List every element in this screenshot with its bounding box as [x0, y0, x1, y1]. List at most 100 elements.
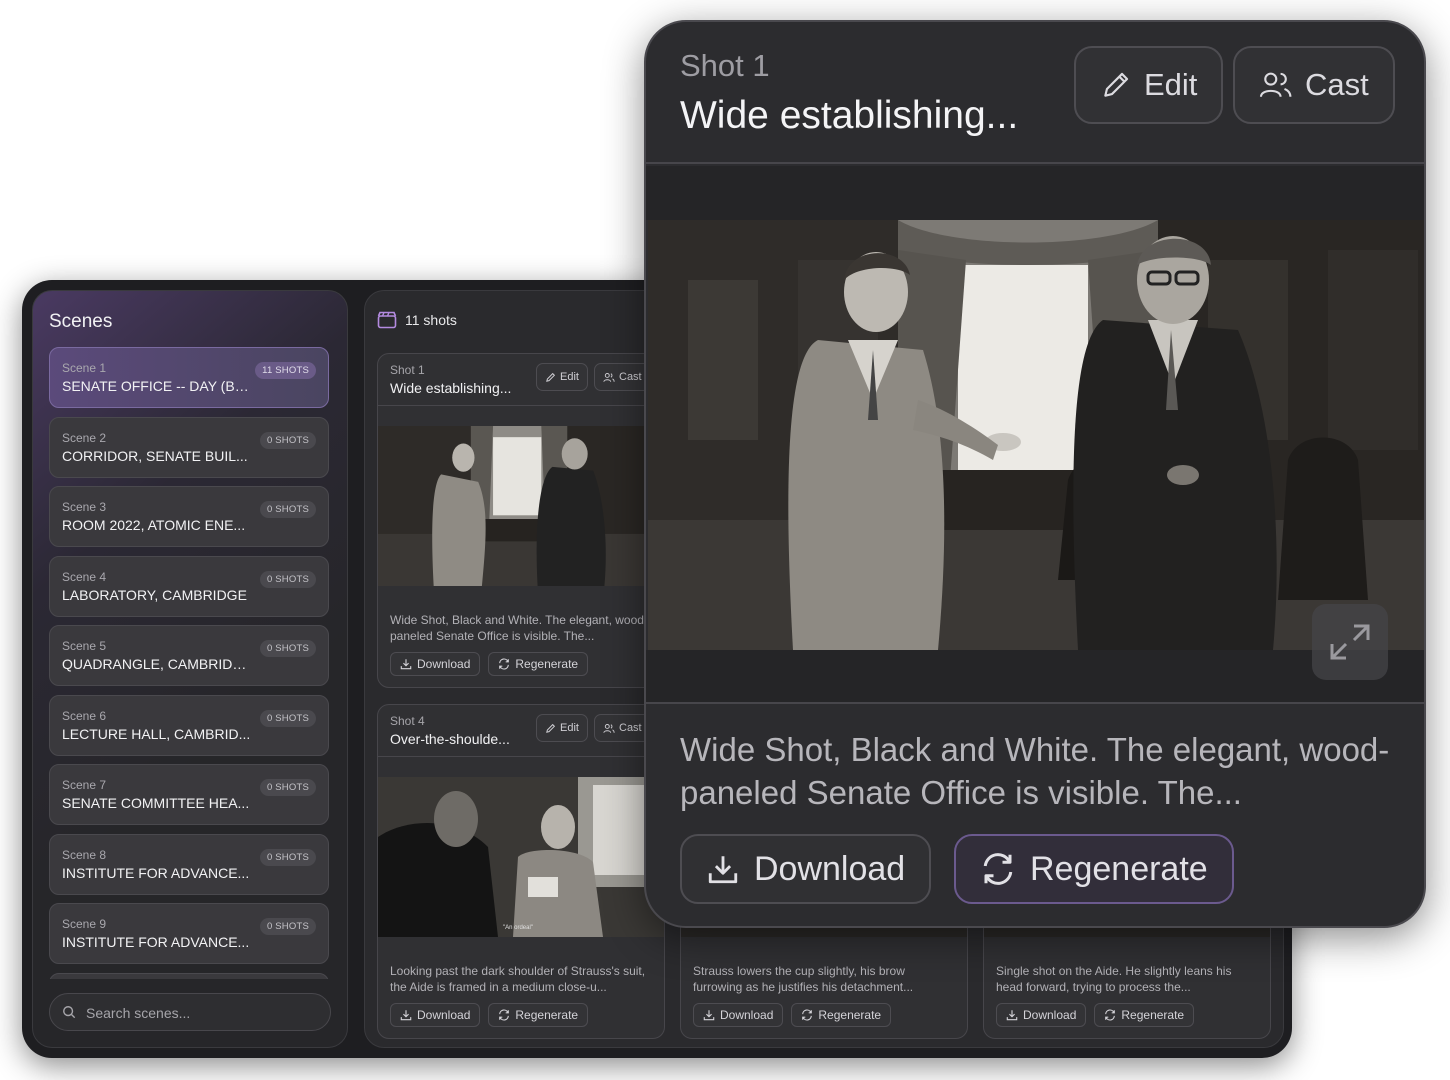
users-icon: [1259, 72, 1292, 98]
refresh-icon: [983, 853, 1013, 885]
shot-count-badge: 0 SHOTS: [259, 431, 316, 449]
scene-card-8[interactable]: Scene 8 INSTITUTE FOR ADVANCE... 0 SHOTS: [49, 833, 329, 895]
shot-count-badge: 0 SHOTS: [259, 501, 316, 518]
download-label: Download: [417, 657, 471, 671]
shots-count: 11 shots: [405, 312, 457, 328]
search-icon: [63, 1006, 76, 1019]
expand-button[interactable]: [1312, 604, 1388, 680]
shot-card-header: Shot 4 Over-the-shoulde... Edit Cast: [378, 705, 664, 757]
regenerate-label: Regenerate: [818, 1008, 882, 1022]
scene-number: Scene 2: [62, 430, 107, 445]
scene-name: INSTITUTE FOR ADVANCE...: [62, 864, 250, 881]
download-icon: [703, 1010, 715, 1021]
scene-card-3[interactable]: Scene 3 ROOM 2022, ATOMIC ENE... 0 SHOTS: [49, 486, 329, 547]
scene-list[interactable]: Scene 1 SENATE OFFICE -- DAY (BL... 11 S…: [49, 347, 329, 979]
download-icon: [400, 1010, 412, 1021]
shot-actions: Download Regenerate: [390, 652, 589, 676]
scene-card-6[interactable]: Scene 6 LECTURE HALL, CAMBRID... 0 SHOTS: [49, 694, 329, 756]
pencil-icon: [1104, 72, 1129, 97]
refresh-icon: [499, 658, 510, 670]
scene-name: SENATE COMMITTEE HEA...: [62, 795, 250, 811]
edit-button[interactable]: Edit: [1074, 46, 1224, 124]
scene-number: Scene 9: [62, 917, 107, 931]
edit-button[interactable]: Edit: [536, 363, 588, 391]
download-button[interactable]: Download: [390, 1003, 481, 1027]
image-letterbox-top: [646, 166, 1424, 220]
shot-count-badge: 0 SHOTS: [259, 779, 316, 796]
download-label: Download: [417, 1008, 471, 1022]
shot-actions: Download Regenerate: [390, 1003, 589, 1027]
download-icon: [708, 856, 738, 884]
download-button[interactable]: Download: [693, 1003, 784, 1027]
cast-label: Cast: [619, 371, 642, 383]
shot-title: Wide establishing...: [680, 94, 1019, 137]
subtitle-caption: "An ordeal": [503, 925, 533, 931]
regenerate-label: Regenerate: [515, 1008, 579, 1022]
refresh-icon: [1105, 1009, 1116, 1021]
edit-button[interactable]: Edit: [536, 714, 588, 742]
shot-description: Wide Shot, Black and White. The elegant,…: [680, 731, 1390, 811]
shot-card-header: Shot 1 Wide establishing... Edit Cast: [378, 354, 664, 406]
shot-label: Shot 1: [390, 363, 425, 377]
scene-card-1[interactable]: Scene 1 SENATE OFFICE -- DAY (BL... 11 S…: [49, 347, 329, 408]
shot-description: Strauss lowers the cup slightly, his bro…: [693, 964, 914, 994]
download-button[interactable]: Download: [390, 652, 481, 676]
scene-name: SENATE OFFICE -- DAY (BL...: [62, 378, 252, 394]
scene-number: Scene 4: [62, 569, 107, 584]
download-button[interactable]: Download: [680, 834, 932, 904]
zoomed-shot-card[interactable]: Shot 1 Wide establishing... Edit Cast Wi…: [644, 20, 1426, 928]
scene-number: Scene 6: [62, 708, 107, 723]
shot-label: Shot 4: [390, 714, 425, 728]
shot-label: Shot 1: [680, 48, 770, 83]
shot-image[interactable]: [378, 426, 664, 586]
download-label: Download: [1023, 1008, 1077, 1022]
search-input[interactable]: [86, 1002, 316, 1024]
shot-count-badge: 11 SHOTS: [255, 362, 316, 379]
stage: Scenes Scene 1 SENATE OFFICE -- DAY (BL.…: [0, 0, 1450, 1080]
scene-card-2[interactable]: Scene 2 CORRIDOR, SENATE BUIL... 0 SHOTS: [49, 416, 329, 478]
shot-count-badge: 0 SHOTS: [259, 709, 316, 727]
shot-title: Over-the-shoulde...: [390, 731, 510, 747]
users-icon: [603, 723, 615, 733]
regenerate-button[interactable]: Regenerate: [954, 834, 1234, 904]
regenerate-button[interactable]: Regenerate: [791, 1003, 892, 1027]
refresh-icon: [802, 1009, 813, 1021]
scene-card-4[interactable]: Scene 4 LABORATORY, CAMBRIDGE 0 SHOTS: [49, 555, 329, 617]
regenerate-button[interactable]: Regenerate: [488, 652, 589, 676]
scenes-sidebar: Scenes Scene 1 SENATE OFFICE -- DAY (BL.…: [32, 290, 348, 1048]
cast-button[interactable]: Cast: [594, 363, 651, 391]
shot-description: Looking past the dark shoulder of Straus…: [390, 964, 646, 994]
clapperboard-icon: [377, 311, 397, 329]
scene-name: INSTITUTE FOR ADVANCE...: [62, 934, 250, 950]
scene-card-7[interactable]: Scene 7 SENATE COMMITTEE HEA... 0 SHOTS: [49, 764, 329, 825]
shot-card-4[interactable]: Shot 4 Over-the-shoulde... Edit Cast "An…: [377, 704, 665, 1039]
scene-card-10[interactable]: [49, 972, 329, 979]
edit-label: Edit: [560, 722, 579, 734]
regenerate-button[interactable]: Regenerate: [488, 1003, 589, 1027]
scene-card-5[interactable]: Scene 5 QUADRANGLE, CAMBRIDGE 0 SHOTS: [49, 625, 329, 686]
scene-name: LABORATORY, CAMBRIDGE: [62, 586, 247, 603]
download-button[interactable]: Download: [996, 1003, 1087, 1027]
pencil-icon: [546, 372, 556, 382]
scene-name: CORRIDOR, SENATE BUIL...: [62, 447, 248, 464]
regenerate-label: Regenerate: [1030, 849, 1208, 888]
shot-still-senate-office: [648, 220, 1424, 650]
regenerate-button[interactable]: Regenerate: [1094, 1003, 1195, 1027]
search-box: [49, 993, 331, 1031]
shot-description: Wide Shot, Black and White. The elegant,…: [390, 613, 648, 643]
shot-count-badge: 0 SHOTS: [259, 640, 316, 657]
shot-image[interactable]: "An ordeal": [378, 777, 664, 937]
download-icon: [1006, 1010, 1018, 1021]
shot-image-large[interactable]: [648, 220, 1424, 650]
scene-name: LECTURE HALL, CAMBRID...: [62, 725, 251, 742]
zoomed-card-header: Shot 1 Wide establishing... Edit Cast: [646, 22, 1424, 164]
cast-label: Cast: [619, 722, 642, 734]
scene-card-9[interactable]: Scene 9 INSTITUTE FOR ADVANCE... 0 SHOTS: [49, 903, 329, 964]
shot-card-1[interactable]: Shot 1 Wide establishing... Edit Cast Wi…: [377, 353, 665, 688]
users-icon: [603, 372, 615, 382]
cast-button[interactable]: Cast: [1233, 46, 1395, 124]
shot-actions: Download Regenerate: [693, 1003, 892, 1027]
shot-count-badge: 0 SHOTS: [259, 848, 316, 866]
shot-count-badge: 0 SHOTS: [259, 570, 316, 588]
cast-button[interactable]: Cast: [594, 714, 651, 742]
